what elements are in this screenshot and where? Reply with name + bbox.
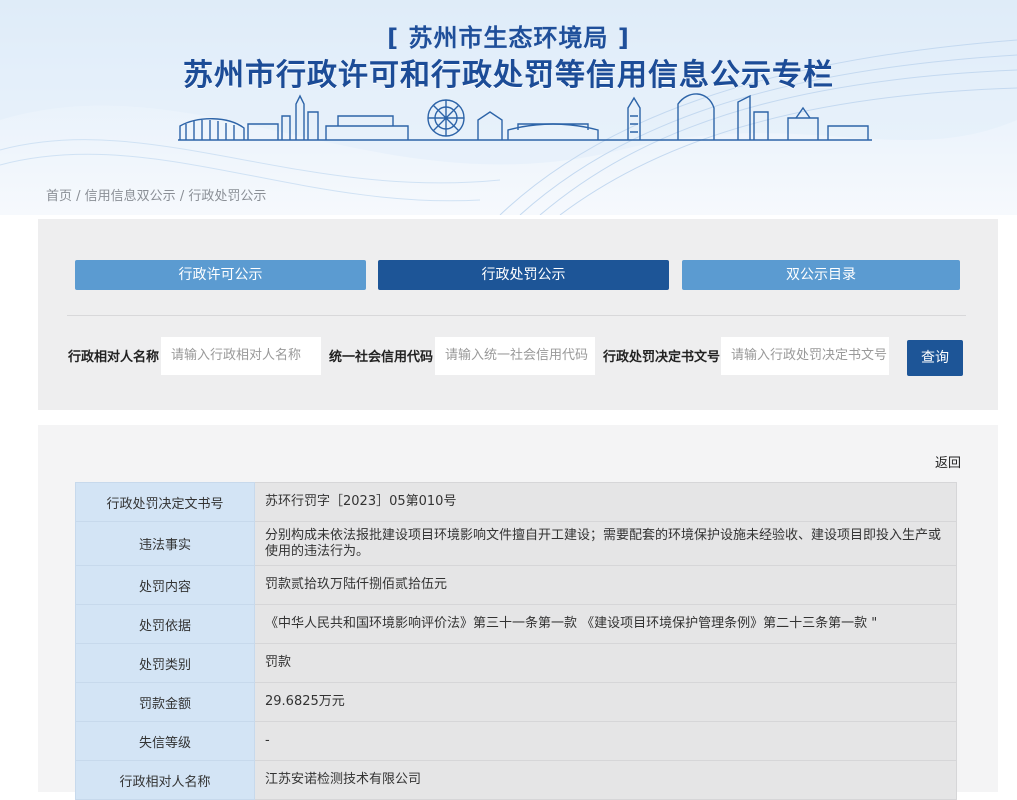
row-key: 行政处罚决定文书号 — [75, 482, 255, 522]
row-key: 处罚依据 — [75, 604, 255, 644]
table-row: 处罚依据 《中华人民共和国环境影响评价法》第三十一条第一款 《建设项目环境保护管… — [75, 604, 957, 644]
city-skyline-illustration — [178, 93, 872, 141]
penalty-detail-table: 行政处罚决定文书号 苏环行罚字［2023］05第010号 违法事实 分别构成未依… — [75, 482, 957, 800]
tab-admin-penalty[interactable]: 行政处罚公示 — [378, 260, 669, 290]
divider — [67, 315, 966, 316]
credit-code-label: 统一社会信用代码 — [329, 350, 434, 365]
search-button[interactable]: 查询 — [907, 340, 963, 376]
row-key: 违法事实 — [75, 521, 255, 566]
row-key: 行政相对人名称 — [75, 760, 255, 800]
breadcrumb: 首页 / 信用信息双公示 / 行政处罚公示 — [46, 185, 266, 204]
row-key: 处罚内容 — [75, 565, 255, 605]
breadcrumb-current: 行政处罚公示 — [188, 189, 267, 204]
header-banner: [ 苏州市生态环境局 ] 苏州市行政许可和行政处罚等信用信息公示专栏 — [0, 0, 1017, 215]
counterparty-name-label: 行政相对人名称 — [68, 350, 160, 365]
row-value: 江苏安诺检测技术有限公司 — [254, 760, 957, 800]
row-value: 分别构成未依法报批建设项目环境影响文件擅自开工建设；需要配套的环境保护设施未经验… — [254, 521, 957, 566]
row-value: 罚款贰拾玖万陆仟捌佰贰拾伍元 — [254, 565, 957, 605]
search-panel: 行政许可公示 行政处罚公示 双公示目录 行政相对人名称 请输入行政相对人名称 统… — [38, 219, 998, 410]
tab-admin-license[interactable]: 行政许可公示 — [75, 260, 366, 290]
counterparty-name-input[interactable]: 请输入行政相对人名称 — [161, 337, 321, 375]
breadcrumb-separator: / — [72, 189, 85, 204]
decision-number-input[interactable]: 请输入行政处罚决定书文号 — [721, 337, 889, 375]
row-value: 《中华人民共和国环境影响评价法》第三十一条第一款 《建设项目环境保护管理条例》第… — [254, 604, 957, 644]
row-key: 失信等级 — [75, 721, 255, 761]
row-value: 29.6825万元 — [254, 682, 957, 722]
table-row: 违法事实 分别构成未依法报批建设项目环境影响文件擅自开工建设；需要配套的环境保护… — [75, 521, 957, 566]
table-row: 处罚类别 罚款 — [75, 643, 957, 683]
row-value: - — [254, 721, 957, 761]
row-key: 处罚类别 — [75, 643, 255, 683]
row-key: 罚款金额 — [75, 682, 255, 722]
table-row: 罚款金额 29.6825万元 — [75, 682, 957, 722]
decision-number-label: 行政处罚决定书文号 — [603, 350, 721, 365]
breadcrumb-separator: / — [175, 189, 189, 204]
row-value: 罚款 — [254, 643, 957, 683]
table-row: 行政处罚决定文书号 苏环行罚字［2023］05第010号 — [75, 482, 957, 522]
breadcrumb-credit-info[interactable]: 信用信息双公示 — [85, 189, 176, 204]
credit-code-input[interactable]: 请输入统一社会信用代码 — [435, 337, 595, 375]
row-value: 苏环行罚字［2023］05第010号 — [254, 482, 957, 522]
tab-disclosure-catalog[interactable]: 双公示目录 — [682, 260, 960, 290]
table-row: 处罚内容 罚款贰拾玖万陆仟捌佰贰拾伍元 — [75, 565, 957, 605]
back-link[interactable]: 返回 — [935, 452, 961, 471]
bureau-name: [ 苏州市生态环境局 ] — [387, 24, 630, 52]
table-row: 失信等级 - — [75, 721, 957, 761]
breadcrumb-home[interactable]: 首页 — [46, 189, 72, 204]
detail-panel: 返回 行政处罚决定文书号 苏环行罚字［2023］05第010号 违法事实 分别构… — [38, 425, 998, 800]
table-row: 行政相对人名称 江苏安诺检测技术有限公司 — [75, 760, 957, 800]
